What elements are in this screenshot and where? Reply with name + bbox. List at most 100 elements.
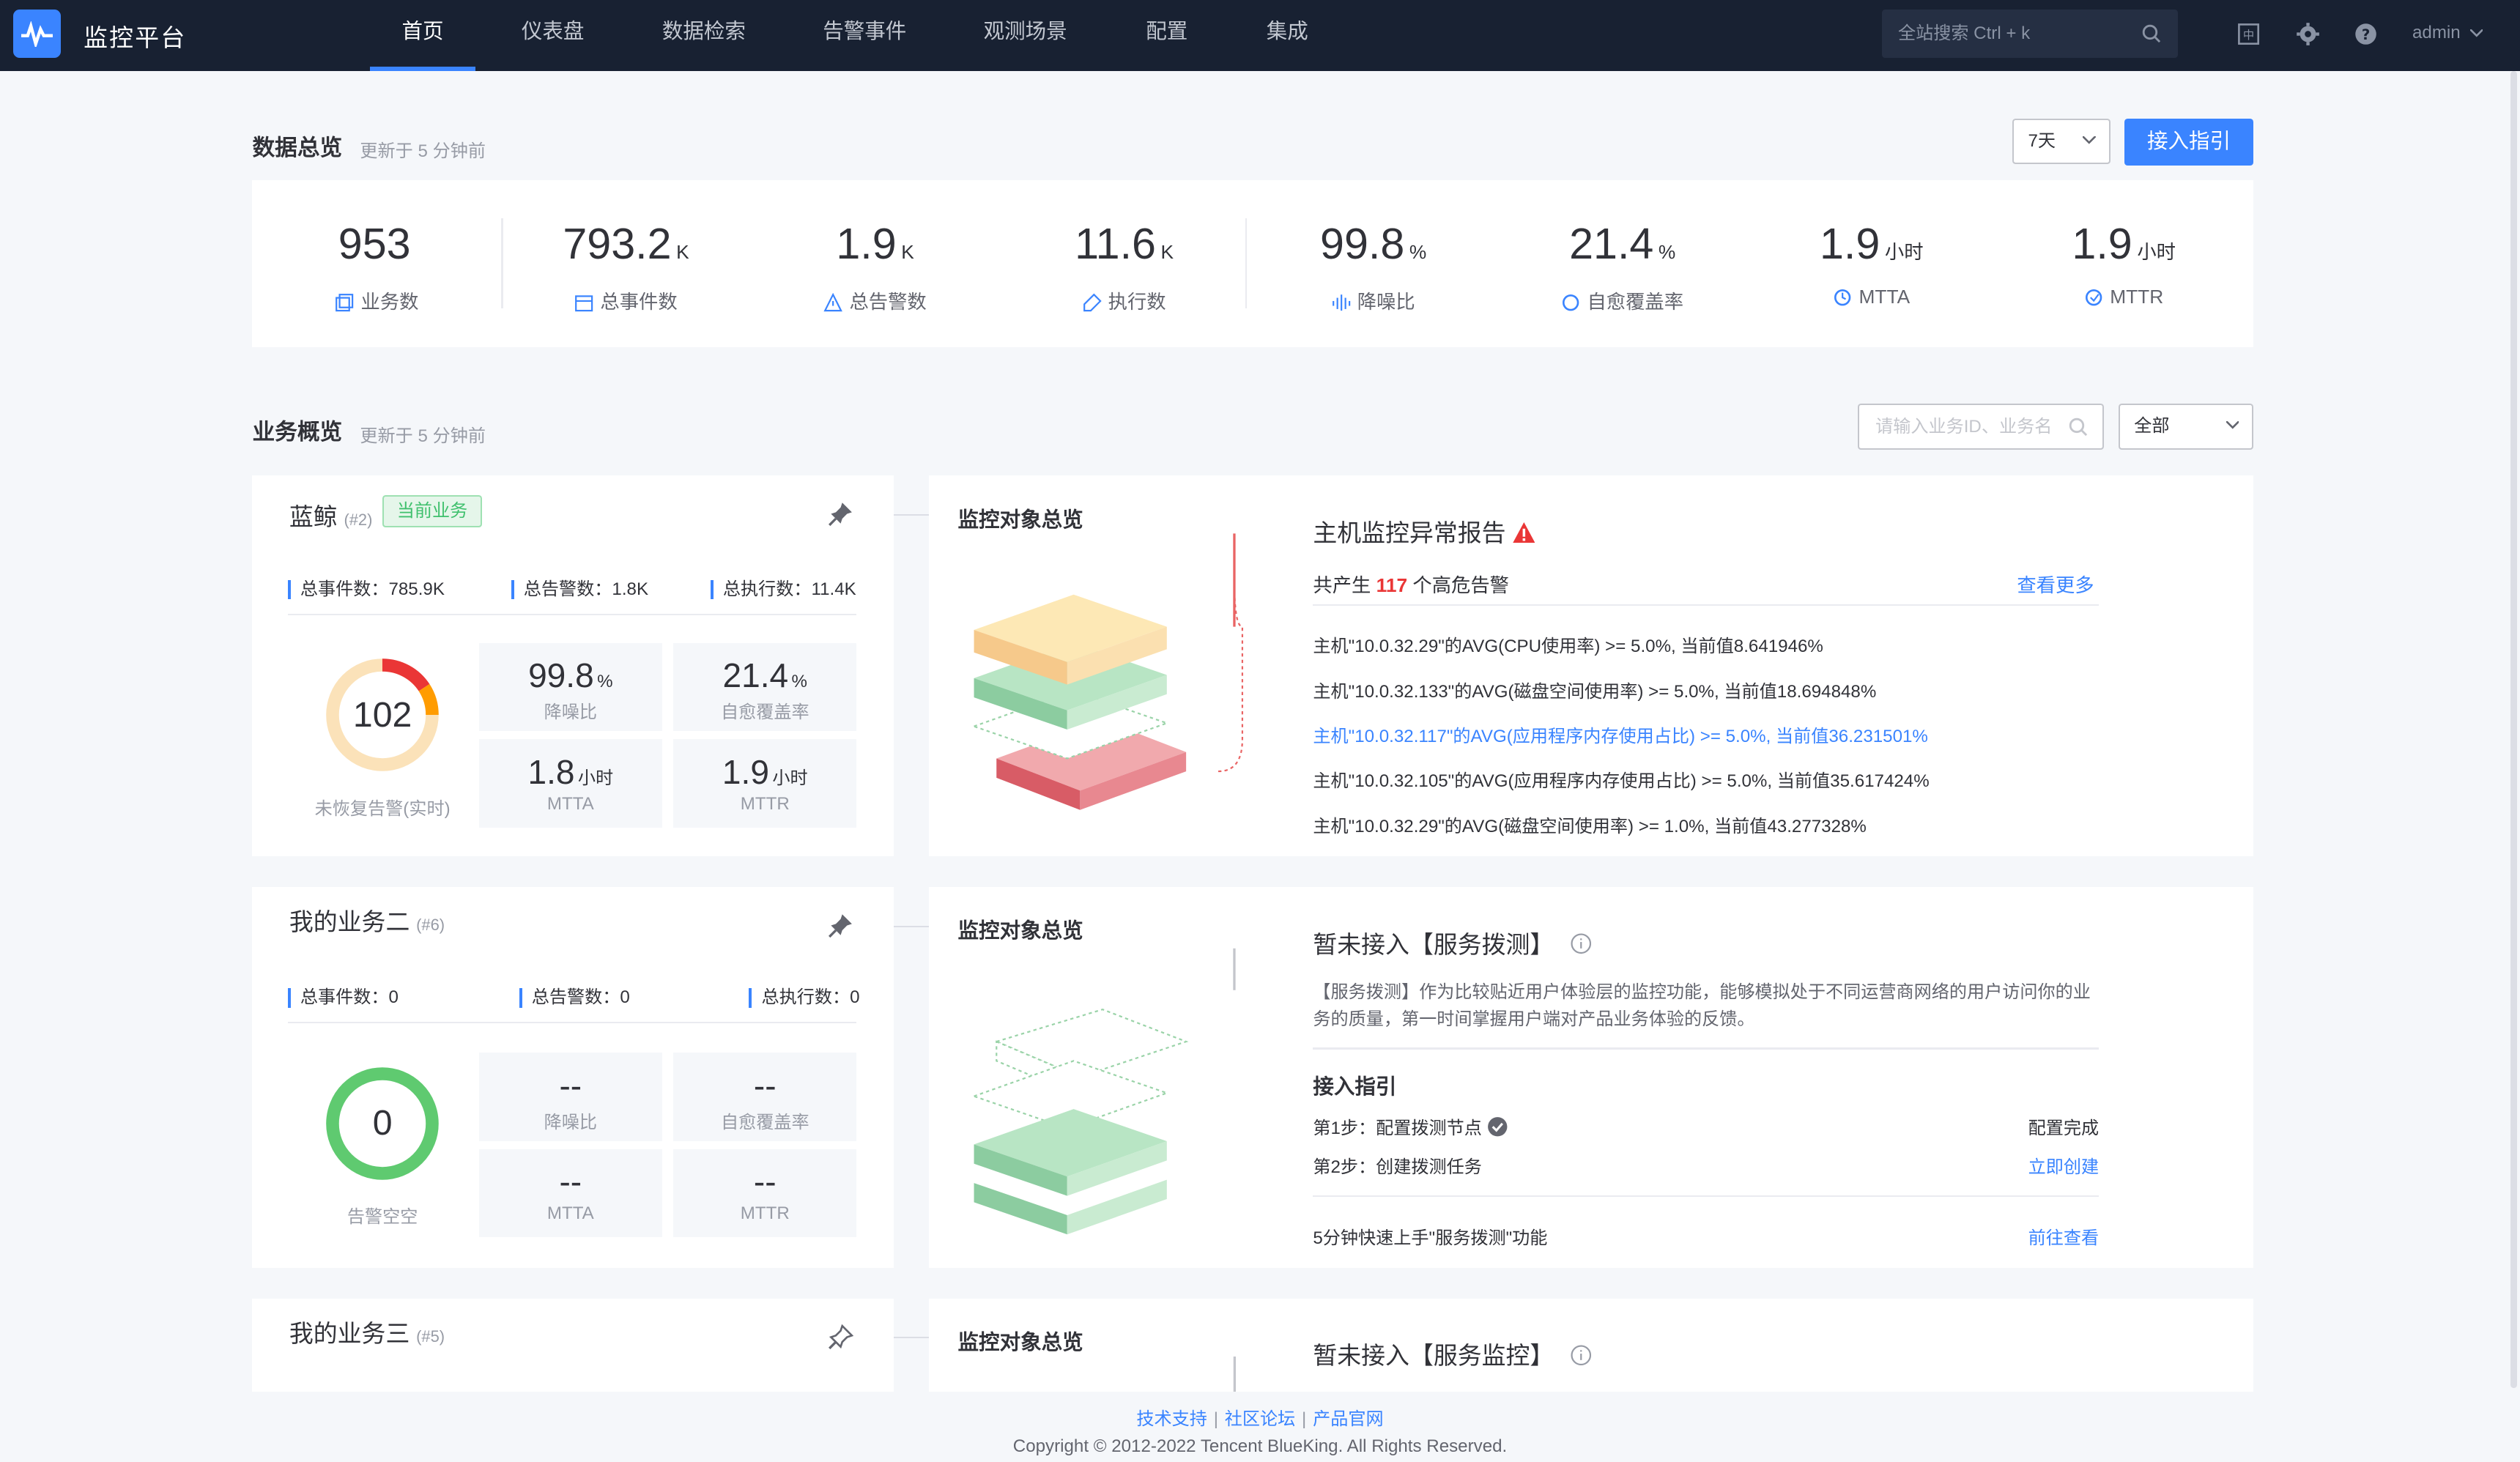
search-icon — [2143, 24, 2161, 43]
stat-label: 执行数 — [1108, 291, 1166, 313]
report-title: 主机监控异常报告 — [1313, 514, 1535, 549]
count-events: 总事件数：0 — [287, 988, 399, 1008]
metric-value: -- — [559, 1066, 582, 1105]
metric-label: 降噪比 — [544, 702, 597, 723]
nav-item-scenes[interactable]: 观测场景 — [968, 0, 1083, 71]
nav-item-data-search[interactable]: 数据检索 — [646, 0, 762, 71]
brand-name: 监控平台 — [84, 24, 187, 52]
stat-label: MTTR — [2110, 286, 2164, 308]
step2: 第2步：创建拨测任务 — [1313, 1157, 1482, 1177]
info-icon[interactable] — [1571, 1345, 1592, 1366]
access-guide-button[interactable]: 接入指引 — [2124, 119, 2253, 166]
business-card-bluking[interactable]: 蓝鲸 (#2) 当前业务 总事件数：785.9K 总告警数：1.8K 总执行数：1… — [252, 475, 894, 857]
monitor-object-overview-title: 监控对象总览 — [957, 919, 1083, 943]
nav-item-alert-events[interactable]: 告警事件 — [807, 0, 922, 71]
alert-item[interactable]: 主机"10.0.32.29"的AVG(磁盘空间使用率) >= 1.0%, 当前值… — [1313, 812, 1866, 837]
uptime-guide-title: 暂未接入【服务拨测】 — [1313, 926, 1591, 960]
user-name: admin — [2412, 22, 2461, 42]
stat-label: 总告警数 — [849, 291, 927, 313]
business-id: (#6) — [416, 915, 445, 934]
stat-label: MTTA — [1858, 286, 1911, 308]
language-icon[interactable]: 中 — [2236, 21, 2261, 47]
footer-link-website[interactable]: 产品官网 — [1313, 1409, 1384, 1429]
business-id: (#2) — [344, 511, 373, 530]
stat-business-count: 953 业务数 — [252, 180, 501, 347]
stat-value: 11.6 — [1075, 219, 1156, 269]
metric-value: 99.8 — [528, 656, 594, 695]
view-more-link[interactable]: 查看更多 — [2017, 569, 2094, 598]
business-title: 业务概览 — [252, 418, 343, 445]
stat-label: 自愈覆盖率 — [1587, 291, 1684, 313]
global-search-input[interactable]: 全站搜索 Ctrl + k — [1882, 10, 2178, 58]
footer-link-support[interactable]: 技术支持 — [1136, 1409, 1207, 1429]
gear-icon[interactable] — [2295, 21, 2321, 47]
business-filter-select[interactable]: 全部 — [2118, 403, 2253, 450]
stat-label: 降噪比 — [1357, 291, 1415, 313]
pin-icon[interactable] — [828, 913, 853, 938]
nav-item-integration[interactable]: 集成 — [1249, 0, 1326, 71]
pin-icon[interactable] — [828, 501, 853, 527]
monitor-object-overview-title: 监控对象总览 — [957, 508, 1083, 532]
business-id: (#5) — [416, 1326, 445, 1346]
business-card-my-business-3[interactable]: 我的业务三 (#5) — [252, 1298, 894, 1392]
business-updated: 更新于 5 分钟前 — [360, 426, 486, 446]
user-menu[interactable]: admin — [2412, 22, 2484, 43]
stat-unit: 小时 — [1884, 241, 1924, 264]
metric-mttr: 1.9 小时 MTTR — [673, 739, 857, 828]
info-icon[interactable] — [1571, 933, 1592, 954]
stats-panel: 953 业务数 793.2 K 总事件数 1.9 K 总告警数 11.6 K 执行数 … — [252, 179, 2253, 347]
go-view-link[interactable]: 前往查看 — [2028, 1223, 2100, 1249]
uptime-guide-desc: 【服务拨测】作为比较贴近用户体验层的监控功能，能够模拟处于不同运营商网络的用户访… — [1313, 982, 2091, 1030]
count-alerts: 总告警数：1.8K — [511, 579, 648, 600]
step1: 第1步：配置拨测节点 — [1313, 1113, 1508, 1139]
help-icon[interactable]: ? — [2353, 21, 2379, 47]
alert-item[interactable]: 主机"10.0.32.117"的AVG(应用程序内存使用占比) >= 5.0%,… — [1313, 721, 1927, 747]
metric-value: 1.9 — [722, 752, 769, 791]
metric-value: -- — [559, 1162, 582, 1201]
business-icon — [336, 293, 354, 311]
report-summary: 共产生 117 个高危告警 — [1313, 569, 1509, 598]
uptime-guide-title-text: 暂未接入【服务拨测】 — [1313, 930, 1554, 958]
chevron-down-icon — [2083, 136, 2096, 144]
uptime-check-guide-panel: 监控对象总览 暂未接入【服务拨测】 【服务拨测】作为比较贴近用户体验层的监控功能… — [929, 887, 2253, 1268]
stat-mtta: 1.9 小时 MTTA — [1747, 180, 1996, 347]
page-scrollbar[interactable] — [2510, 70, 2517, 1389]
stat-value: 1.9 — [836, 219, 897, 269]
business-search-input[interactable]: 请输入业务ID、业务名 — [1858, 403, 2104, 450]
nav-item-config[interactable]: 配置 — [1128, 0, 1205, 71]
alert-item[interactable]: 主机"10.0.32.29"的AVG(CPU使用率) >= 5.0%, 当前值8… — [1313, 631, 1823, 657]
report-summary-suffix: 个高危告警 — [1412, 574, 1509, 596]
stat-total-alerts: 1.9 K 总告警数 — [751, 180, 1000, 347]
stat-self-heal-coverage: 21.4% 自愈覆盖率 — [1498, 180, 1747, 347]
stat-mttr: 1.9 小时 MTTR — [1999, 180, 2248, 347]
metric-noise-reduction: -- 降噪比 — [478, 1052, 662, 1141]
stat-value: 1.9 — [2072, 219, 2132, 269]
pin-outline-icon[interactable] — [828, 1324, 853, 1350]
metric-label: 自愈覆盖率 — [720, 702, 809, 723]
alert-item[interactable]: 主机"10.0.32.105"的AVG(应用程序内存使用占比) >= 5.0%,… — [1313, 766, 1929, 792]
report-title-text: 主机监控异常报告 — [1313, 519, 1506, 547]
metric-value: 21.4 — [722, 656, 789, 695]
count-executions: 总执行数：0 — [749, 988, 860, 1008]
mtta-icon — [1834, 289, 1851, 305]
host-report-panel: 监控对象总览 主机监控异常报告 共产生 117 个高危告警 查看更多 — [929, 475, 2253, 857]
metric-value: -- — [753, 1066, 777, 1105]
create-now-link[interactable]: 立即创建 — [2028, 1152, 2100, 1178]
alert-item[interactable]: 主机"10.0.32.133"的AVG(磁盘空间使用率) >= 5.0%, 当前… — [1313, 677, 1876, 702]
business-name: 蓝鲸 (#2) — [289, 498, 373, 533]
monitor-object-overview-title: 监控对象总览 — [957, 1330, 1083, 1354]
metric-label: MTTA — [546, 793, 594, 814]
nav-item-dashboard[interactable]: 仪表盘 — [501, 0, 604, 71]
layered-stack-illustration — [971, 948, 1236, 1234]
report-summary-prefix: 共产生 — [1313, 574, 1371, 596]
time-range-select[interactable]: 7天 — [2012, 119, 2110, 164]
footer-links: 技术支持 | 社区论坛 | 产品官网 — [1136, 1409, 1384, 1430]
logo-icon[interactable] — [12, 10, 62, 58]
business-card-my-business-2[interactable]: 我的业务二 (#6) 总事件数：0 总告警数：0 总执行数：0 0 告警空空 --… — [252, 887, 894, 1268]
footer-link-forum[interactable]: 社区论坛 — [1225, 1409, 1296, 1429]
metric-label: MTTR — [740, 793, 790, 814]
metric-unit: 小时 — [772, 768, 808, 788]
nav-item-home[interactable]: 首页 — [369, 0, 476, 71]
copyright: Copyright © 2012-2022 Tencent BlueKing. … — [1012, 1436, 1508, 1457]
metric-label: 降噪比 — [544, 1112, 597, 1132]
